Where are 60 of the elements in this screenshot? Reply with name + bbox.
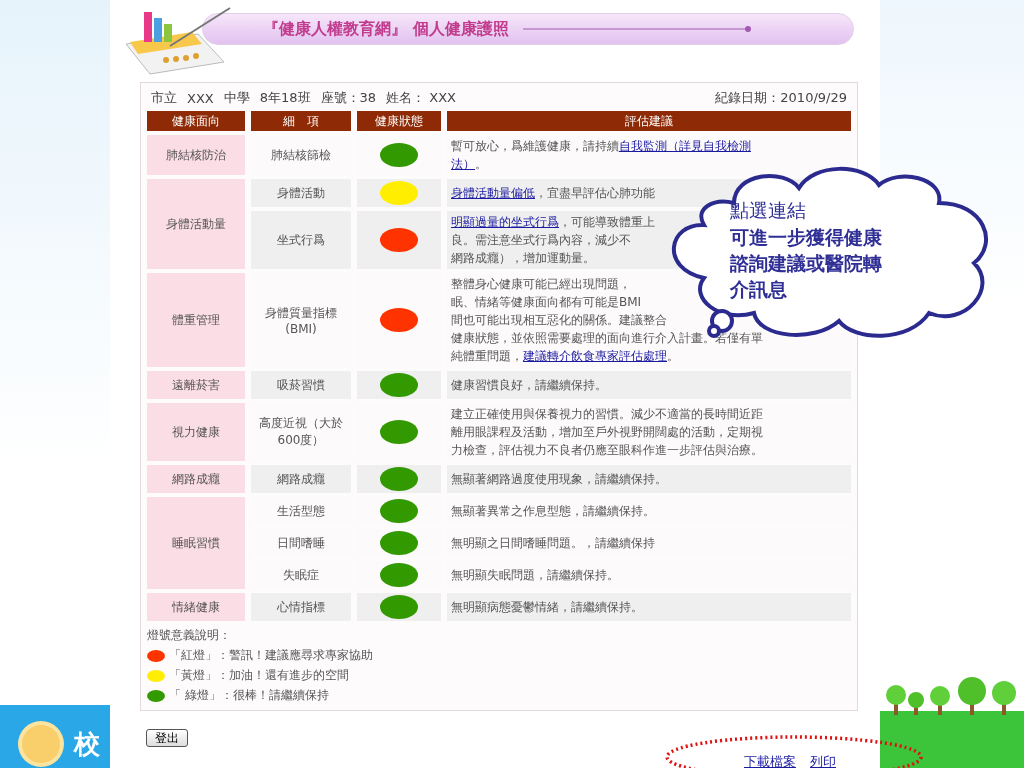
advice-link[interactable]: 法） bbox=[451, 157, 475, 171]
advice-text: 身體活動量偏低，宜盡早評估心肺功能 bbox=[451, 185, 655, 202]
category-cell: 視力健康 bbox=[147, 403, 245, 461]
advice-text: 建立正確使用與保養視力的習慣。減少不適當的長時間近距 bbox=[451, 406, 763, 423]
advice-text: 間也可能出現相互惡化的關係。建議整合 bbox=[451, 312, 667, 329]
advice-text: 暫可放心，爲維護健康，請持續自我監測（詳見自我檢測 bbox=[451, 138, 751, 155]
legend-text: 「紅燈」：警訊！建議應尋求專家協助 bbox=[169, 647, 373, 664]
legend-text: 「 綠燈」：很棒！請繼續保持 bbox=[169, 687, 329, 704]
advice-link[interactable]: 建議轉介飲食專家評估處理 bbox=[523, 349, 667, 363]
legend-text: 「黃燈」：加油！還有進步的空間 bbox=[169, 667, 349, 684]
callout-text: 可進一步獲得健康諮詢建議或醫院轉介訊息 bbox=[730, 225, 883, 302]
advice-text: 法）。 bbox=[451, 156, 487, 173]
advice-text: 無顯著網路過度使用現象，請繼續保持。 bbox=[451, 471, 667, 488]
sun-icon bbox=[16, 719, 66, 768]
advice-text: 明顯過量的坐式行爲，可能導致體重上 bbox=[451, 214, 655, 231]
category-cell: 肺結核防治 bbox=[147, 135, 245, 175]
category-cell: 體重管理 bbox=[147, 273, 245, 367]
info-text: 中學 bbox=[223, 89, 250, 107]
info-text: 姓名： XXX bbox=[386, 89, 456, 107]
advice-text: 無明顯病態憂鬱情緒，請繼續保持。 bbox=[451, 599, 643, 616]
advice-text: 健康習慣良好，請繼續保持。 bbox=[451, 377, 607, 394]
info-text: 8年18班 bbox=[259, 89, 311, 107]
category-cell: 情緒健康 bbox=[147, 593, 245, 621]
legend-title: 燈號意義說明： bbox=[147, 627, 232, 644]
category-cell: 遠離菸害 bbox=[147, 371, 245, 399]
advice-text: 無明顯之日間嗜睡問題。，請繼續保持 bbox=[451, 535, 655, 552]
category-cell: 網路成癮 bbox=[147, 465, 245, 493]
detail-cell: 網路成癮 bbox=[251, 465, 351, 493]
advice-text: 無明顯失眠問題，請繼續保持。 bbox=[451, 567, 619, 584]
info-text: 座號：38 bbox=[320, 89, 377, 107]
advice-text: 純體重問題，建議轉介飲食專家評估處理。 bbox=[451, 348, 679, 365]
info-text: 市立 bbox=[151, 89, 177, 107]
column-header: 健康面向 bbox=[147, 111, 245, 131]
column-header: 評估建議 bbox=[447, 111, 851, 131]
callout-title: 點選連結 bbox=[730, 198, 807, 223]
column-header: 健康狀態 bbox=[357, 111, 441, 131]
category-cell: 身體活動量 bbox=[147, 179, 245, 269]
page-title: 『健康人權教育網』 個人健康護照 bbox=[263, 18, 509, 40]
advice-link[interactable]: 身體活動量偏低 bbox=[451, 186, 535, 200]
record-date: 紀錄日期：2010/9/29 bbox=[715, 89, 847, 107]
column-header: 細 項 bbox=[251, 111, 351, 131]
detail-cell: 坐式行爲 bbox=[251, 211, 351, 269]
advice-text: 無顯著異常之作息型態，請繼續保持。 bbox=[451, 503, 655, 520]
detail-cell: 吸菸習慣 bbox=[251, 371, 351, 399]
advice-text: 眠、情緒等健康面向都有可能是BMI bbox=[451, 294, 642, 311]
logo-text: 校 bbox=[74, 727, 100, 761]
footer-link[interactable]: 列印 bbox=[810, 753, 836, 768]
info-text: XXX bbox=[187, 90, 214, 106]
advice-text: 力檢查，評估視力不良者仍應至眼科作進一步評估與治療。 bbox=[451, 442, 763, 459]
footer-link[interactable]: 下載檔案 bbox=[744, 753, 796, 768]
detail-cell: 身體活動 bbox=[251, 179, 351, 207]
advice-text: 整體身心健康可能已經出現問題， bbox=[451, 276, 631, 293]
advice-link[interactable]: 自我監測（詳見自我檢測 bbox=[619, 139, 751, 153]
advice-link[interactable]: 明顯過量的坐式行爲 bbox=[451, 215, 559, 229]
advice-text: 良。需注意坐式行爲內容，減少不 bbox=[451, 232, 631, 249]
advice-text: 網路成癮），增加運動量。 bbox=[451, 250, 595, 267]
category-cell: 睡眠習慣 bbox=[147, 497, 245, 589]
advice-text: 離用眼課程及活動，增加至戶外視野開闊處的活動，定期視 bbox=[451, 424, 763, 441]
logout-button[interactable]: 登出 bbox=[146, 729, 188, 747]
detail-cell: 心情指標 bbox=[251, 593, 351, 621]
